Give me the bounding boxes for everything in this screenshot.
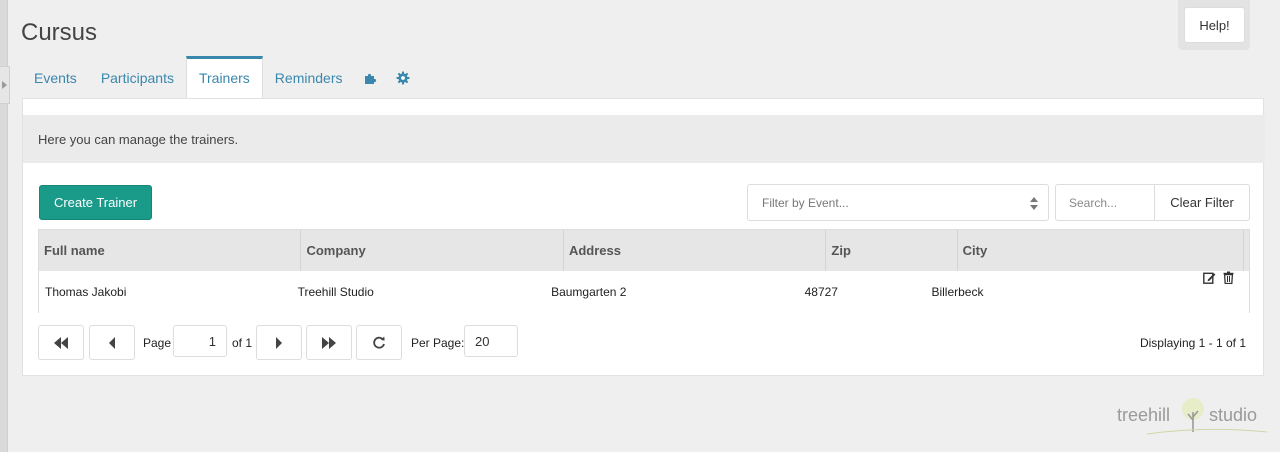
- cell-company: Treehill Studio: [297, 285, 374, 299]
- refresh-icon: [373, 336, 385, 349]
- table-header: Full name Company Address Zip City: [39, 230, 1249, 271]
- row-actions: [1203, 271, 1249, 313]
- per-page-label: Per Page:: [411, 336, 465, 350]
- tab-trainers[interactable]: Trainers: [185, 56, 263, 99]
- page-number-input[interactable]: [173, 325, 227, 357]
- logo-ground-line: [1147, 428, 1267, 435]
- info-message: Here you can manage the trainers.: [23, 115, 1265, 163]
- edit-icon[interactable]: [1203, 271, 1216, 284]
- treehill-studio-logo: treehill studio: [1117, 396, 1267, 436]
- column-header-address[interactable]: Address: [564, 230, 827, 271]
- filter-by-event-select[interactable]: Filter by Event...: [747, 184, 1049, 221]
- page-label: Page: [143, 336, 172, 350]
- column-header-zip[interactable]: Zip: [826, 230, 958, 271]
- cell-zip: 48727: [804, 285, 838, 299]
- refresh-button[interactable]: [356, 325, 402, 360]
- page-title: Cursus: [21, 19, 98, 46]
- logo-text-left: treehill: [1117, 405, 1171, 425]
- tab-reminders[interactable]: Reminders: [263, 56, 355, 99]
- double-chevron-right-icon: [322, 336, 336, 349]
- help-button[interactable]: Help!: [1184, 7, 1245, 43]
- next-page-button[interactable]: [256, 325, 302, 360]
- trainers-panel: Here you can manage the trainers. Create…: [22, 98, 1265, 376]
- column-header-company[interactable]: Company: [301, 230, 564, 271]
- help-container: Help!: [1178, 0, 1250, 50]
- chevron-left-icon: [109, 336, 115, 349]
- search-input[interactable]: [1055, 184, 1155, 221]
- chevron-right-icon: [276, 336, 282, 349]
- clear-filter-button[interactable]: Clear Filter: [1154, 184, 1250, 221]
- sidebar-expand-toggle[interactable]: [0, 66, 10, 104]
- chevron-right-icon: [2, 81, 7, 89]
- first-page-button[interactable]: [38, 325, 84, 360]
- column-header-city[interactable]: City: [958, 230, 1244, 271]
- column-header-actions: [1244, 230, 1249, 271]
- table-row[interactable]: Thomas Jakobi Treehill Studio Baumgarten…: [39, 271, 1249, 313]
- double-chevron-left-icon: [54, 336, 68, 349]
- last-page-button[interactable]: [306, 325, 352, 360]
- logo-text-right: studio: [1209, 405, 1258, 425]
- tab-participants[interactable]: Participants: [89, 56, 186, 99]
- trainers-table: Full name Company Address Zip City Thoma…: [38, 229, 1250, 313]
- cell-address: Baumgarten 2: [551, 285, 627, 299]
- delete-icon[interactable]: [1222, 271, 1235, 284]
- tab-extras[interactable]: [355, 56, 387, 99]
- displaying-count: Displaying 1 - 1 of 1: [1139, 336, 1246, 350]
- puzzle-icon: [364, 73, 376, 84]
- cell-full-name: Thomas Jakobi: [45, 285, 127, 299]
- select-arrows-icon: [1030, 197, 1038, 210]
- cell-city: Billerbeck: [931, 285, 984, 299]
- gear-icon: [396, 71, 409, 84]
- filter-placeholder: Filter by Event...: [762, 195, 849, 210]
- page-count-label: of 1: [232, 336, 253, 350]
- pagination-bar: Page of 1 Per Page: Displaying 1 - 1 of …: [38, 325, 1250, 361]
- tab-bar: Events Participants Trainers Reminders: [22, 56, 419, 99]
- tab-settings[interactable]: [387, 56, 419, 99]
- create-trainer-button[interactable]: Create Trainer: [39, 185, 152, 220]
- per-page-input[interactable]: [464, 325, 518, 357]
- column-header-full-name[interactable]: Full name: [39, 230, 302, 271]
- tab-events[interactable]: Events: [22, 56, 89, 99]
- prev-page-button[interactable]: [89, 325, 135, 360]
